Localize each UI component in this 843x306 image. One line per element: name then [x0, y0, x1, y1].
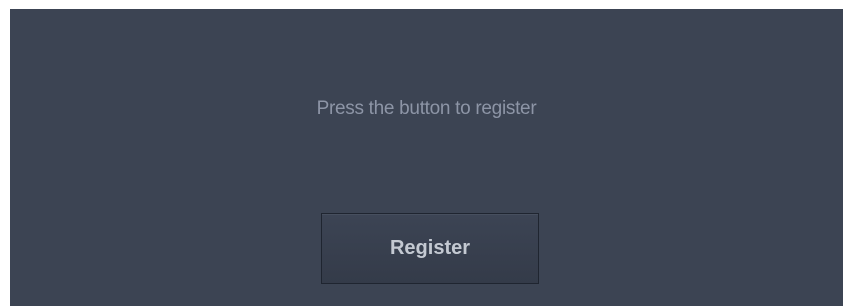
register-prompt-text: Press the button to register — [316, 98, 537, 119]
register-button[interactable]: Register — [321, 213, 539, 284]
register-panel: Press the button to register Register — [10, 9, 843, 306]
